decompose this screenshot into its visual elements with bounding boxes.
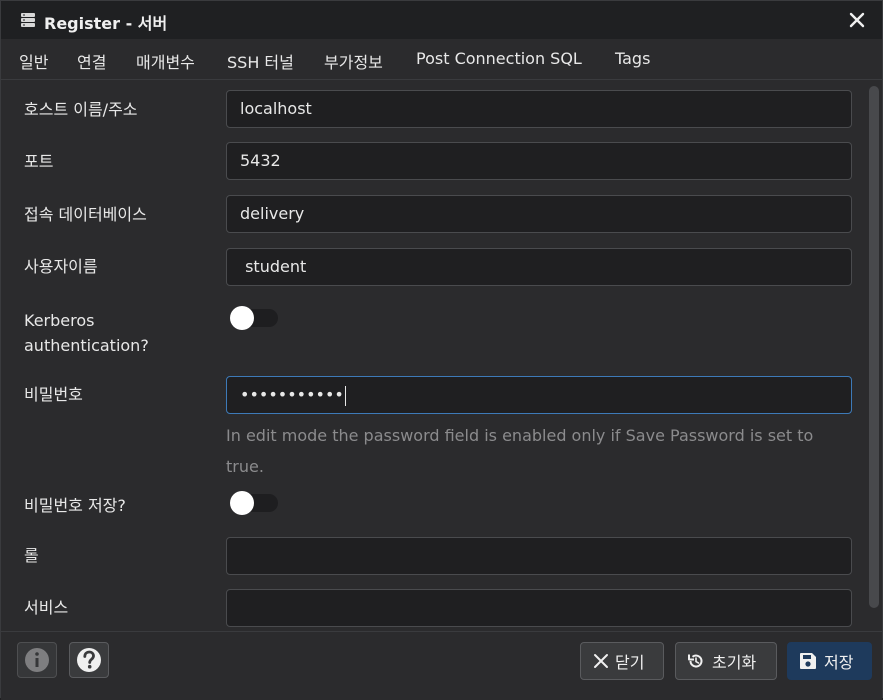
username-label: 사용자이름 [24,257,98,276]
close-icon[interactable] [846,9,868,31]
username-input[interactable]: student [226,248,852,286]
password-help-text: In edit mode the password field is enabl… [226,426,814,476]
port-input[interactable]: 5432 [226,142,852,180]
title-bar: Register - 서버 [1,1,882,39]
role-label: 롤 [24,546,39,565]
maintenance-db-label: 접속 데이터베이스 [24,205,147,224]
kerberos-label-line2: authentication? [24,336,149,355]
info-button[interactable] [17,642,57,678]
save-button[interactable]: 저장 [787,642,872,680]
tab-bar: 일반 연결 매개변수 SSH 터널 부가정보 Post Connection S… [1,39,882,84]
help-button[interactable] [69,642,109,678]
role-input[interactable] [226,537,852,575]
save-password-label: 비밀번호 저장? [24,496,126,515]
port-label: 포트 [24,152,54,171]
save-password-toggle[interactable] [230,491,278,515]
close-button[interactable]: 닫기 [580,642,664,680]
connection-form: 호스트 이름/주소 localhost 포트 5432 접속 데이터베이스 de… [7,80,867,631]
save-button-label: 저장 [824,653,854,672]
tab-parameters[interactable]: 매개변수 [136,49,195,73]
password-input[interactable]: ••••••••••• [226,376,852,414]
kerberos-toggle[interactable] [230,306,278,330]
password-value: ••••••••••• [240,385,344,404]
reset-icon [688,654,703,668]
form-scrollbar[interactable] [867,80,881,631]
password-label: 비밀번호 [24,385,83,404]
service-label: 서비스 [24,598,69,617]
dialog-footer: 닫기 초기화 저장 [1,631,882,700]
toggle-knob [230,306,254,330]
reset-button[interactable]: 초기화 [675,642,777,680]
toggle-knob [230,491,254,515]
tab-tags[interactable]: Tags [615,49,650,68]
scroll-thumb[interactable] [869,86,879,608]
tab-post-connection-sql[interactable]: Post Connection SQL [416,49,582,68]
service-input[interactable] [226,589,852,627]
text-caret [344,385,346,406]
info-icon [25,648,49,672]
host-label: 호스트 이름/주소 [24,100,138,119]
save-icon [800,653,816,669]
tab-ssh-tunnel[interactable]: SSH 터널 [227,49,294,73]
tab-general[interactable]: 일반 [19,49,48,73]
close-button-label: 닫기 [615,653,645,672]
register-server-dialog: Register - 서버 일반 연결 매개변수 SSH 터널 부가정보 Pos… [0,0,883,700]
host-input[interactable]: localhost [226,90,852,128]
server-icon [20,12,36,28]
kerberos-label: Kerberos [24,311,95,330]
question-icon [77,648,101,672]
tab-advanced[interactable]: 부가정보 [324,49,383,73]
close-icon [594,654,608,668]
dialog-title: Register - 서버 [44,14,168,33]
reset-button-label: 초기화 [712,653,757,672]
maintenance-db-input[interactable]: delivery [226,195,852,233]
tab-connection[interactable]: 연결 [70,49,114,84]
